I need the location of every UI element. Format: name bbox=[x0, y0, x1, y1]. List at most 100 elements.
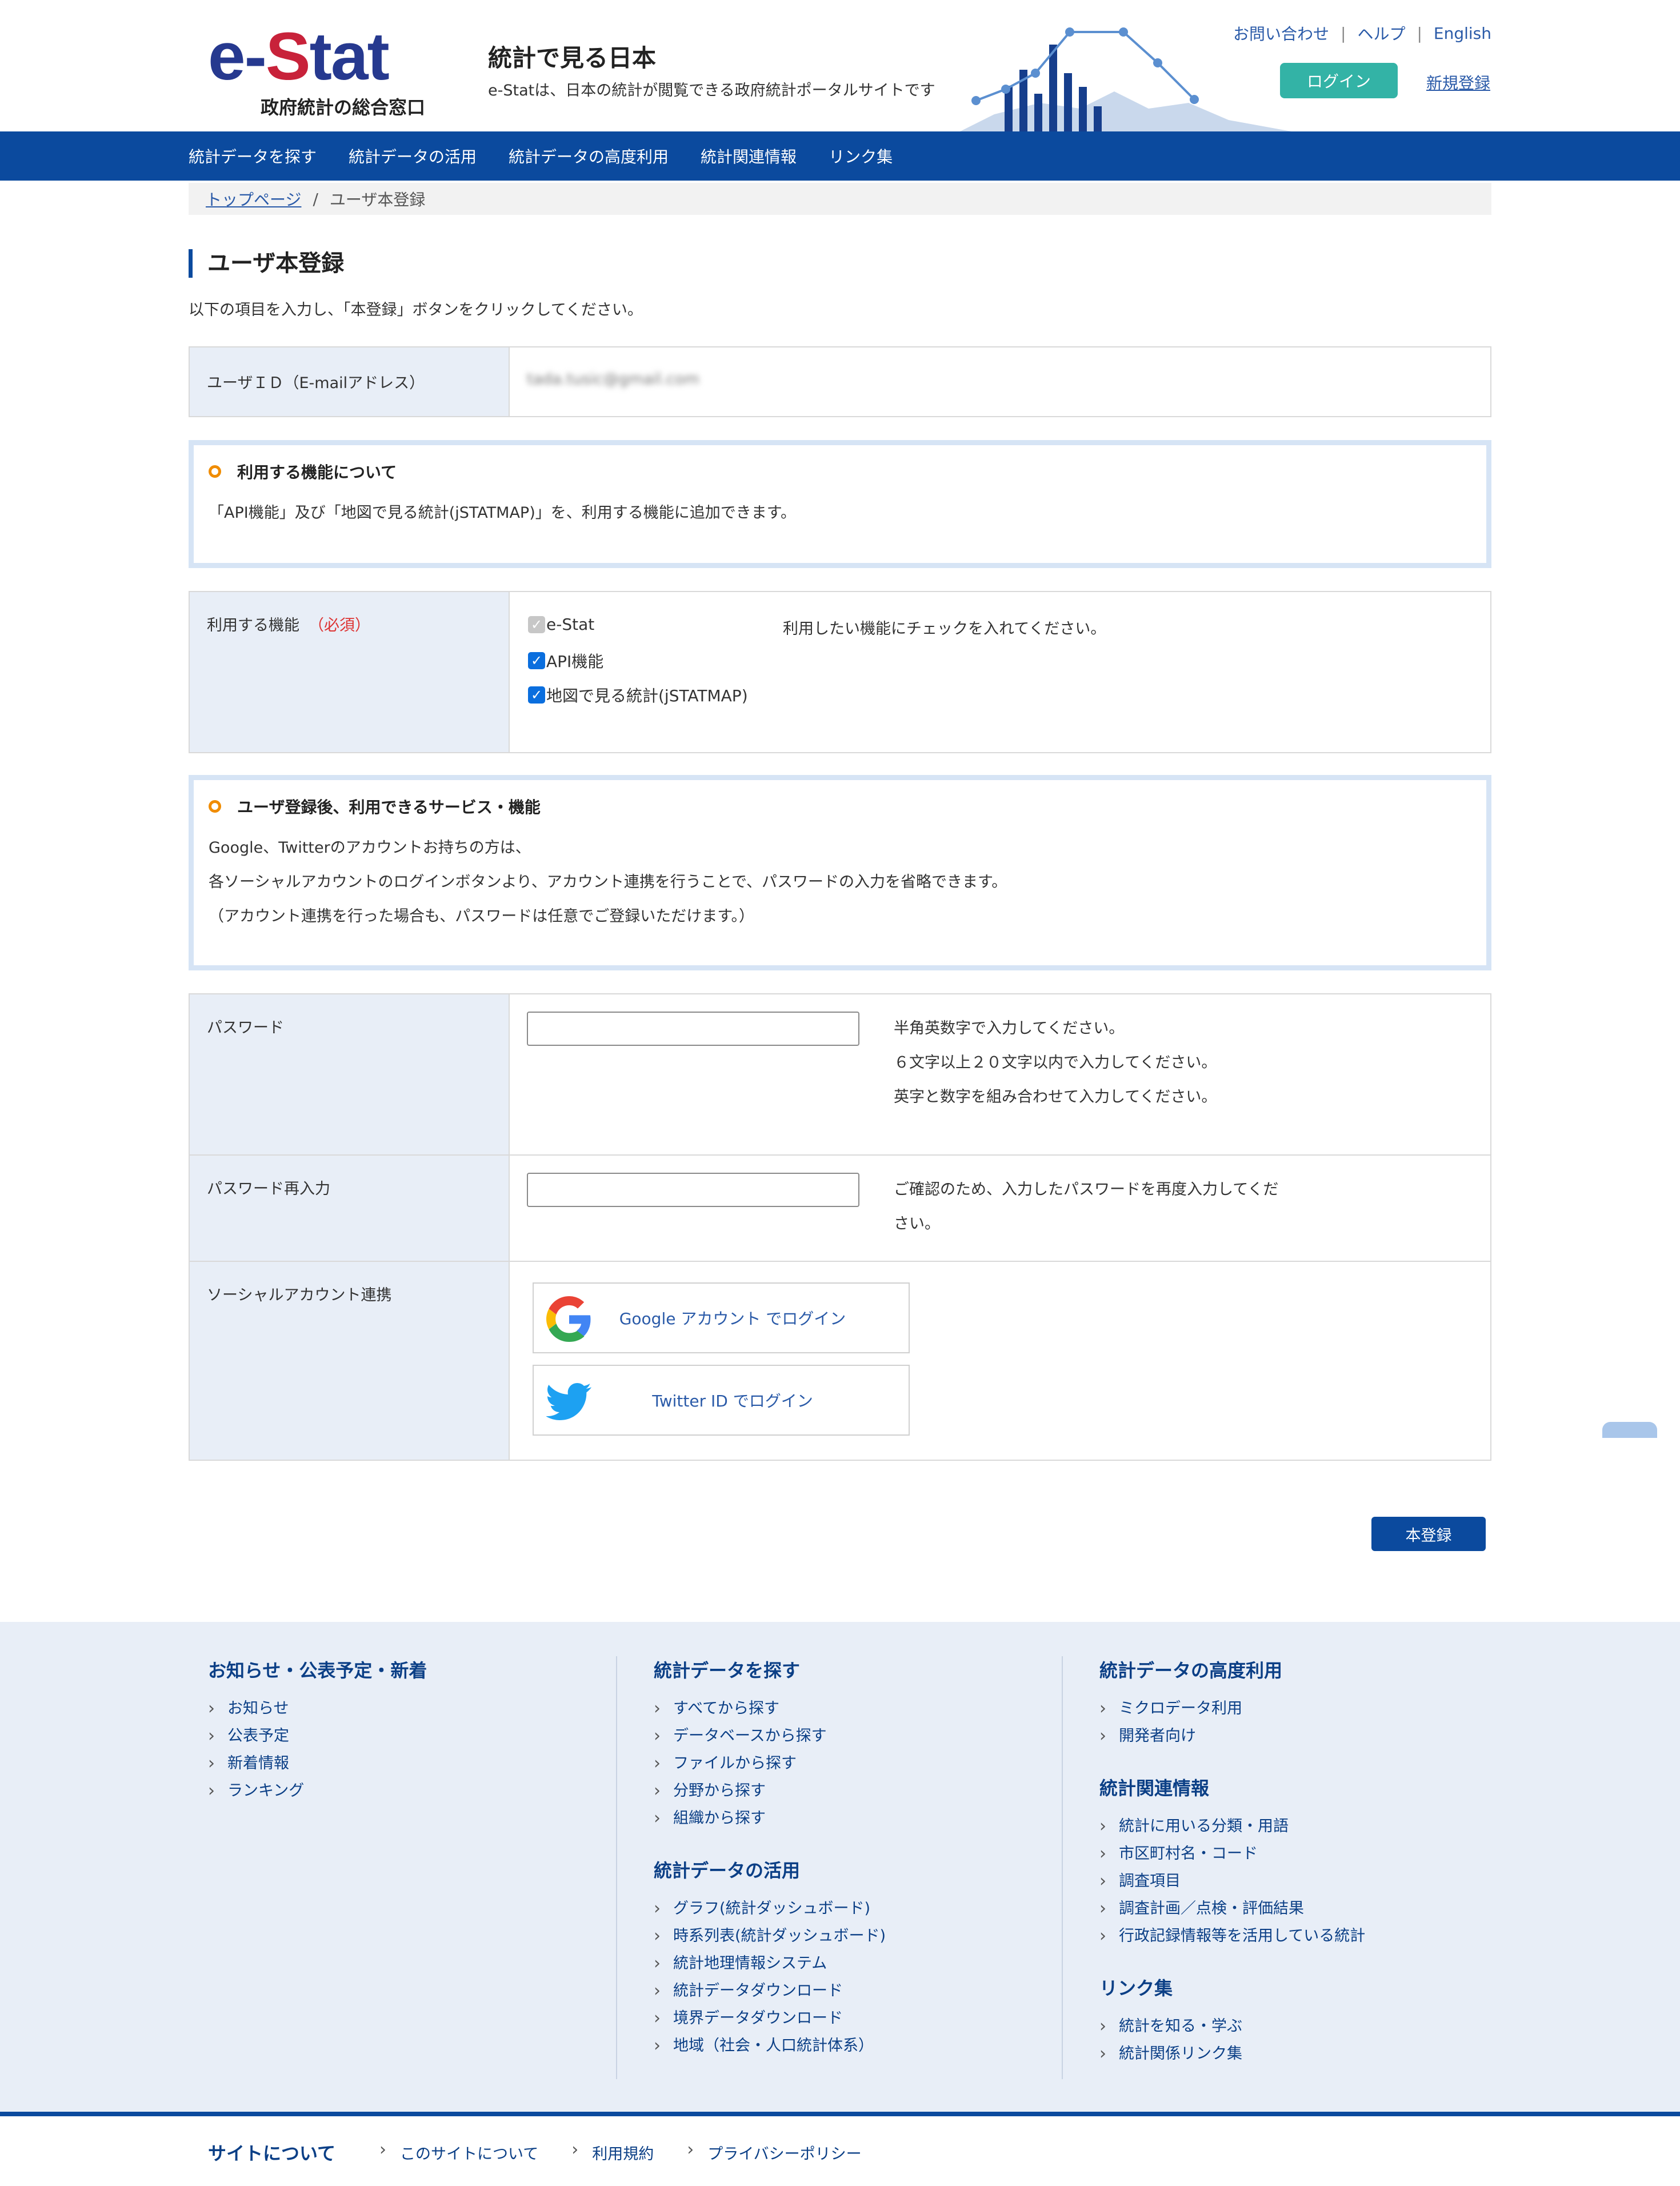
footer-link[interactable]: 組織から探す bbox=[654, 1805, 886, 1832]
footer-link[interactable]: 公表予定 bbox=[208, 1723, 427, 1750]
password-confirm-row: パスワード再入力 ご確認のため、入力したパスワードを再度入力してくだ さい。 bbox=[190, 1156, 1490, 1262]
global-nav: 統計データを探す 統計データの活用 統計データの高度利用 統計関連情報 リンク集 bbox=[0, 131, 1680, 181]
footer-link[interactable]: 統計を知る・学ぶ bbox=[1099, 2013, 1365, 2040]
logo-wordmark: e-Stat bbox=[208, 19, 390, 94]
footer-heading: 統計データの活用 bbox=[654, 1860, 801, 1881]
footer-link[interactable]: お知らせ bbox=[208, 1695, 427, 1723]
password-confirm-input[interactable] bbox=[527, 1173, 859, 1207]
page-intro: 以下の項目を入力し、「本登録」ボタンをクリックしてください。 bbox=[189, 301, 643, 319]
google-login-label: Google アカウント でログイン bbox=[619, 1309, 846, 1328]
footer-link[interactable]: すべてから探す bbox=[654, 1695, 886, 1723]
site-description: e-Statは、日本の統計が閲覧できる政府統計ポータルサイトです bbox=[488, 82, 935, 99]
service-info-box: ユーザ登録後、利用できるサービス・機能 Google、Twitterのアカウント… bbox=[189, 775, 1491, 970]
footer-link[interactable]: ランキング bbox=[208, 1777, 427, 1805]
twitter-login-label: Twitter ID でログイン bbox=[652, 1392, 813, 1410]
register-link[interactable]: 新規登録 bbox=[1426, 71, 1490, 94]
password-confirm-hint: さい。 bbox=[894, 1215, 940, 1233]
footer-heading: 統計データの高度利用 bbox=[1099, 1660, 1283, 1681]
features-hint: 利用したい機能にチェックを入れてください。 bbox=[783, 620, 1106, 638]
footer-link[interactable]: 統計に用いる分類・用語 bbox=[1099, 1813, 1365, 1840]
submit-registration-button[interactable]: 本登録 bbox=[1371, 1517, 1486, 1551]
site-title: 統計で見る日本 bbox=[488, 44, 657, 72]
password-hint: 半角英数字で入力してください。 bbox=[894, 1020, 1125, 1037]
breadcrumb-current: ユーザ本登録 bbox=[329, 190, 426, 209]
footer-sitemap: お知らせ・公表予定・新着 お知らせ 公表予定 新着情報 ランキング 統計データを… bbox=[0, 1622, 1680, 2113]
service-info-heading: ユーザ登録後、利用できるサービス・機能 bbox=[237, 798, 541, 817]
footer-about-title: サイトについて bbox=[208, 2143, 336, 2164]
checkbox-checked[interactable]: ✓ bbox=[528, 686, 545, 704]
footer-about-links: このサイトについて 利用規約 プライバシーポリシー bbox=[379, 2140, 862, 2164]
page-top-button[interactable] bbox=[1602, 1422, 1657, 1438]
checkbox-api[interactable]: ✓ API機能 bbox=[528, 649, 603, 672]
footer-link[interactable]: 分野から探す bbox=[654, 1777, 886, 1805]
footer-link[interactable]: 新着情報 bbox=[208, 1750, 427, 1777]
separator: | bbox=[1417, 23, 1422, 43]
utility-links: お問い合わせ | ヘルプ | English bbox=[1233, 22, 1491, 45]
footer-link[interactable]: グラフ(統計ダッシュボード) bbox=[654, 1895, 886, 1923]
userid-label: ユーザＩＤ（E-mailアドレス） bbox=[190, 347, 510, 416]
footer-heading: 統計関連情報 bbox=[1099, 1777, 1210, 1799]
required-badge: （必須） bbox=[309, 617, 370, 634]
privacy-policy-link[interactable]: プライバシーポリシー bbox=[687, 2140, 861, 2164]
footer-column: 統計データを探す すべてから探す データベースから探す ファイルから探す 分野か… bbox=[654, 1656, 886, 2060]
footer-link[interactable]: 統計地理情報システム bbox=[654, 1950, 886, 1977]
footer-link[interactable]: データベースから探す bbox=[654, 1723, 886, 1750]
nav-item-related-info[interactable]: 統計関連情報 bbox=[701, 145, 797, 167]
userid-value: tada.tusic@gmail.com bbox=[527, 370, 699, 388]
footer-link[interactable]: ミクロデータ利用 bbox=[1099, 1695, 1365, 1723]
footer-link[interactable]: 市区町村名・コード bbox=[1099, 1840, 1365, 1868]
social-label: ソーシャルアカウント連携 bbox=[190, 1262, 510, 1460]
footer-divider bbox=[616, 1656, 617, 2079]
footer-column: お知らせ・公表予定・新着 お知らせ 公表予定 新着情報 ランキング bbox=[208, 1656, 427, 1805]
service-info-line: Google、Twitterのアカウントお持ちの方は、 bbox=[209, 839, 531, 857]
footer-divider-bar bbox=[0, 2112, 1680, 2116]
userid-row: ユーザＩＤ（E-mailアドレス） tada.tusic@gmail.com bbox=[189, 346, 1491, 417]
footer-link[interactable]: ファイルから探す bbox=[654, 1750, 886, 1777]
terms-link[interactable]: 利用規約 bbox=[571, 2140, 654, 2164]
footer-divider bbox=[1062, 1656, 1063, 2079]
checkbox-jstatmap[interactable]: ✓ 地図で見る統計(jSTATMAP) bbox=[528, 684, 748, 706]
checkbox-checked[interactable]: ✓ bbox=[528, 652, 545, 669]
breadcrumb-separator: / bbox=[313, 189, 318, 209]
footer-link[interactable]: 境界データダウンロード bbox=[654, 2005, 886, 2032]
contact-link[interactable]: お問い合わせ bbox=[1233, 22, 1329, 45]
footer-link[interactable]: 開発者向け bbox=[1099, 1723, 1365, 1750]
footer-heading: 統計データを探す bbox=[654, 1660, 801, 1681]
footer-bottom: サイトについて このサイトについて 利用規約 プライバシーポリシー bbox=[0, 2116, 1680, 2186]
nav-item-use-data[interactable]: 統計データの活用 bbox=[349, 145, 477, 167]
google-login-button[interactable]: Google アカウント でログイン bbox=[533, 1282, 910, 1353]
features-row: 利用する機能 （必須） ✓ e-Stat ✓ API機能 ✓ 地図で見る統計(jSTAT… bbox=[189, 591, 1491, 753]
footer-link[interactable]: 統計関係リンク集 bbox=[1099, 2040, 1365, 2068]
help-link[interactable]: ヘルプ bbox=[1357, 22, 1405, 45]
footer-heading: お知らせ・公表予定・新着 bbox=[208, 1660, 427, 1681]
breadcrumb-home-link[interactable]: トップページ bbox=[206, 187, 301, 210]
footer-link[interactable]: 調査計画／点検・評価結果 bbox=[1099, 1895, 1365, 1923]
feature-info-heading: 利用する機能について bbox=[237, 463, 397, 482]
page-title: ユーザ本登録 bbox=[189, 249, 344, 278]
separator: | bbox=[1341, 23, 1346, 43]
footer-column: 統計データの高度利用 ミクロデータ利用 開発者向け 統計関連情報 統計に用いる分… bbox=[1099, 1656, 1365, 2068]
nav-item-links[interactable]: リンク集 bbox=[829, 145, 893, 167]
nav-item-advanced-use[interactable]: 統計データの高度利用 bbox=[509, 145, 669, 167]
footer-link[interactable]: 地域（社会・人口統計体系） bbox=[654, 2032, 886, 2060]
password-input[interactable] bbox=[527, 1012, 859, 1046]
password-row: パスワード 半角英数字で入力してください。 ６文字以上２０文字以内で入力してくだ… bbox=[190, 994, 1490, 1156]
password-hint: 英字と数字を組み合わせて入力してください。 bbox=[894, 1088, 1217, 1106]
login-button[interactable]: ログイン bbox=[1280, 63, 1398, 98]
english-link[interactable]: English bbox=[1434, 24, 1491, 43]
password-label: パスワード bbox=[190, 994, 510, 1154]
about-site-link[interactable]: このサイトについて bbox=[379, 2140, 538, 2164]
features-label: 利用する機能 （必須） bbox=[190, 592, 510, 752]
password-confirm-label: パスワード再入力 bbox=[190, 1156, 510, 1261]
feature-info-box: 利用する機能について 「API機能」及び「地図で見る統計(jSTATMAP)」を… bbox=[189, 440, 1491, 568]
password-confirm-hint: ご確認のため、入力したパスワードを再度入力してくだ bbox=[894, 1181, 1279, 1198]
footer-link[interactable]: 統計データダウンロード bbox=[654, 1977, 886, 2005]
footer-link[interactable]: 時系列表(統計ダッシュボード) bbox=[654, 1923, 886, 1950]
logo-subtitle: 政府統計の総合窓口 bbox=[261, 97, 426, 118]
footer-link[interactable]: 調査項目 bbox=[1099, 1868, 1365, 1895]
nav-item-find-data[interactable]: 統計データを探す bbox=[189, 145, 317, 167]
breadcrumb: トップページ / ユーザ本登録 bbox=[189, 183, 1491, 215]
twitter-login-button[interactable]: Twitter ID でログイン bbox=[533, 1365, 910, 1436]
footer-link[interactable]: 行政記録情報等を活用している統計 bbox=[1099, 1923, 1365, 1950]
feature-info-text: 「API機能」及び「地図で見る統計(jSTATMAP)」を、利用する機能に追加で… bbox=[209, 504, 797, 522]
